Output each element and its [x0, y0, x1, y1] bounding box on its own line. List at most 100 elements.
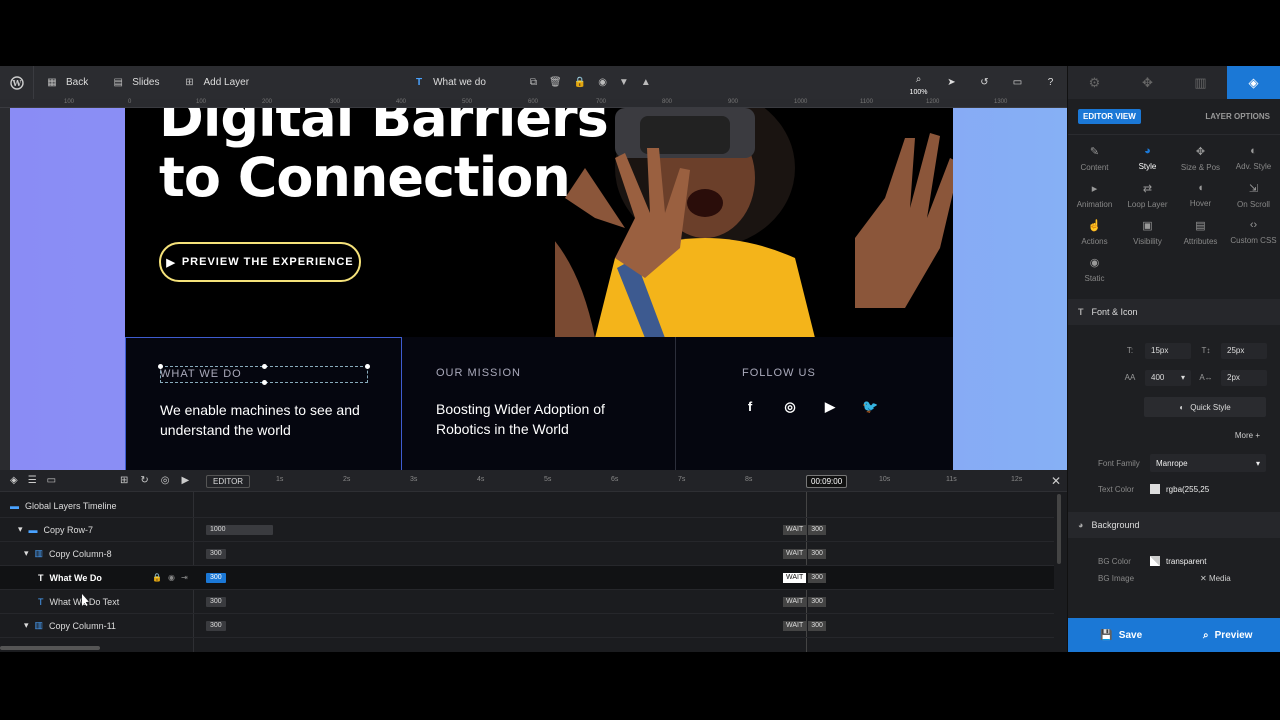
close-icon[interactable]: ✕: [1051, 474, 1061, 488]
device-desktop-button[interactable]: ▭: [1001, 66, 1034, 99]
horizontal-scrollbar[interactable]: [0, 646, 100, 650]
editor-view-button[interactable]: EDITOR VIEW: [1078, 109, 1141, 124]
wait-block[interactable]: WAIT 300: [783, 620, 826, 631]
visibility-eye-icon[interactable]: ◉: [598, 77, 607, 88]
background-section[interactable]: ◕ Background: [1068, 512, 1280, 538]
slides-button[interactable]: ▤ Slides: [100, 66, 171, 99]
wait-block[interactable]: WAIT 300: [783, 524, 826, 535]
list-icon[interactable]: ☰: [28, 475, 37, 486]
follow-us-label[interactable]: FOLLOW US: [742, 367, 919, 379]
slide-canvas[interactable]: Digital Barriers to Connection ▶ PREVIEW…: [10, 108, 1067, 470]
wait-block[interactable]: WAIT 300: [783, 596, 826, 607]
option-adv-style[interactable]: ◐ Adv. Style: [1227, 145, 1280, 172]
save-button[interactable]: 💾 Save: [1068, 618, 1175, 652]
chevron-down-icon[interactable]: ▼: [619, 77, 629, 88]
loop-icon[interactable]: ↻: [140, 475, 148, 486]
zoom-button[interactable]: ⌕ 100%: [902, 66, 935, 99]
font-weight-select[interactable]: 400 ▾: [1145, 369, 1191, 386]
caret-down-icon[interactable]: ▾: [24, 620, 29, 631]
timeline-row-what-we-do-text[interactable]: T What We Do Text 300 WAIT 300: [0, 590, 1054, 614]
layers-icon[interactable]: ◈: [10, 475, 18, 486]
timing-bar[interactable]: 1000: [206, 524, 273, 535]
current-layer-selector[interactable]: T What we do: [401, 66, 498, 99]
target-icon[interactable]: ◎: [161, 475, 170, 486]
preview-button[interactable]: ⌕ Preview: [1175, 618, 1280, 652]
eye-icon[interactable]: ◉: [168, 573, 175, 582]
help-button[interactable]: ?: [1034, 66, 1067, 99]
instagram-icon[interactable]: ◎: [782, 399, 798, 415]
follow-us-column[interactable]: FOLLOW US f ◎ ▶ 🐦: [676, 337, 953, 470]
quick-style-button[interactable]: ◐ Quick Style: [1144, 397, 1266, 417]
media-button[interactable]: ✕ Media: [1200, 574, 1231, 583]
features-row[interactable]: WHAT WE DO We enable machines to see and…: [125, 337, 953, 470]
layers-tab-icon[interactable]: ◈: [1227, 66, 1280, 99]
editor-tag[interactable]: EDITOR: [206, 475, 251, 488]
font-icon-section[interactable]: T Font & Icon: [1068, 299, 1280, 325]
wait-block[interactable]: WAIT 300: [783, 572, 826, 583]
resize-handle[interactable]: [158, 364, 163, 369]
slides-panel-icon[interactable]: ▥: [1174, 66, 1227, 99]
vertical-scrollbar[interactable]: [1057, 494, 1061, 564]
hero-title[interactable]: Digital Barriers to Connection: [159, 108, 609, 208]
option-actions[interactable]: ☝ Actions: [1068, 219, 1121, 246]
undo-button[interactable]: ↺: [968, 66, 1001, 99]
option-attributes[interactable]: ▤ Attributes: [1174, 219, 1227, 246]
font-family-select[interactable]: Manrope ▾: [1150, 454, 1266, 472]
font-size-input[interactable]: 15px: [1145, 342, 1191, 359]
option-visibility[interactable]: ▣ Visibility: [1121, 219, 1174, 246]
youtube-icon[interactable]: ▶: [822, 399, 838, 415]
more-button[interactable]: More +: [1068, 431, 1280, 440]
option-animation[interactable]: ▸ Animation: [1068, 182, 1121, 209]
what-we-do-column[interactable]: WHAT WE DO We enable machines to see and…: [125, 337, 402, 470]
option-size-pos[interactable]: ✥ Size & Pos: [1174, 145, 1227, 172]
preview-experience-button[interactable]: ▶ PREVIEW THE EXPERIENCE: [159, 242, 361, 282]
play-icon[interactable]: ▶: [182, 475, 190, 486]
option-on-scroll[interactable]: ⇲ On Scroll: [1227, 182, 1280, 209]
timeline-row-copy-row-7[interactable]: ▾ ▬ Copy Row-7 1000 WAIT 300: [0, 518, 1054, 542]
caret-down-icon[interactable]: ▾: [18, 524, 23, 535]
text-color-picker[interactable]: rgba(255,25: [1150, 484, 1209, 494]
resize-handle[interactable]: [365, 364, 370, 369]
wordpress-logo-icon[interactable]: W: [0, 66, 34, 99]
grid-view-icon[interactable]: ⊞: [120, 475, 128, 486]
current-time[interactable]: 00:09:00: [806, 475, 848, 488]
back-button[interactable]: ▦ Back: [34, 66, 100, 99]
slide-options-icon[interactable]: ✥: [1121, 66, 1174, 99]
timeline-row-what-we-do[interactable]: T What We Do 🔒 ◉ ⇥ 300 WAIT 300: [0, 566, 1054, 590]
option-style[interactable]: ◕ Style: [1121, 145, 1174, 172]
option-content[interactable]: ✎ Content: [1068, 145, 1121, 172]
delete-icon[interactable]: 🗑: [549, 77, 562, 88]
timeline-row-copy-column-11[interactable]: ▾ ▥ Copy Column-11 300 WAIT 300: [0, 614, 1054, 638]
option-custom-css[interactable]: ‹› Custom CSS: [1227, 219, 1280, 246]
twitter-icon[interactable]: 🐦: [862, 399, 878, 415]
timing-bar[interactable]: 300: [206, 620, 226, 631]
add-layer-button[interactable]: ⊞ Add Layer: [171, 66, 261, 99]
option-loop-layer[interactable]: ⇄ Loop Layer: [1121, 182, 1174, 209]
bg-color-picker[interactable]: transparent: [1150, 556, 1206, 566]
lock-icon[interactable]: 🔒: [152, 573, 162, 582]
what-we-do-text[interactable]: We enable machines to see and understand…: [160, 400, 367, 440]
selection-box[interactable]: [158, 364, 370, 385]
timeline-row-global[interactable]: ▬ Global Layers Timeline: [0, 494, 1054, 518]
caret-down-icon[interactable]: ▾: [24, 548, 29, 559]
our-mission-label[interactable]: OUR MISSION: [436, 367, 641, 379]
select-tool-button[interactable]: ➤: [935, 66, 968, 99]
option-hover[interactable]: ◖ Hover: [1174, 182, 1227, 209]
resize-handle[interactable]: [262, 364, 267, 369]
settings-gear-icon[interactable]: ⚙: [1068, 66, 1121, 99]
lock-icon[interactable]: 🔒: [574, 77, 586, 88]
line-height-input[interactable]: 25px: [1221, 342, 1267, 359]
goto-icon[interactable]: ⇥: [181, 573, 188, 582]
slide-content[interactable]: Digital Barriers to Connection ▶ PREVIEW…: [125, 108, 953, 470]
our-mission-column[interactable]: OUR MISSION Boosting Wider Adoption of R…: [402, 337, 676, 470]
wait-block[interactable]: WAIT 300: [783, 548, 826, 559]
resize-handle[interactable]: [262, 380, 267, 385]
timeline-row-copy-column-8[interactable]: ▾ ▥ Copy Column-8 300 WAIT 300: [0, 542, 1054, 566]
chevron-up-icon[interactable]: ▲: [641, 77, 651, 88]
timing-bar[interactable]: 300: [206, 548, 226, 559]
letter-spacing-input[interactable]: 2px: [1221, 369, 1267, 386]
folder-icon[interactable]: ▭: [47, 475, 56, 486]
duplicate-icon[interactable]: ⧉: [530, 77, 537, 88]
our-mission-text[interactable]: Boosting Wider Adoption of Robotics in t…: [436, 399, 641, 439]
facebook-icon[interactable]: f: [742, 399, 758, 415]
